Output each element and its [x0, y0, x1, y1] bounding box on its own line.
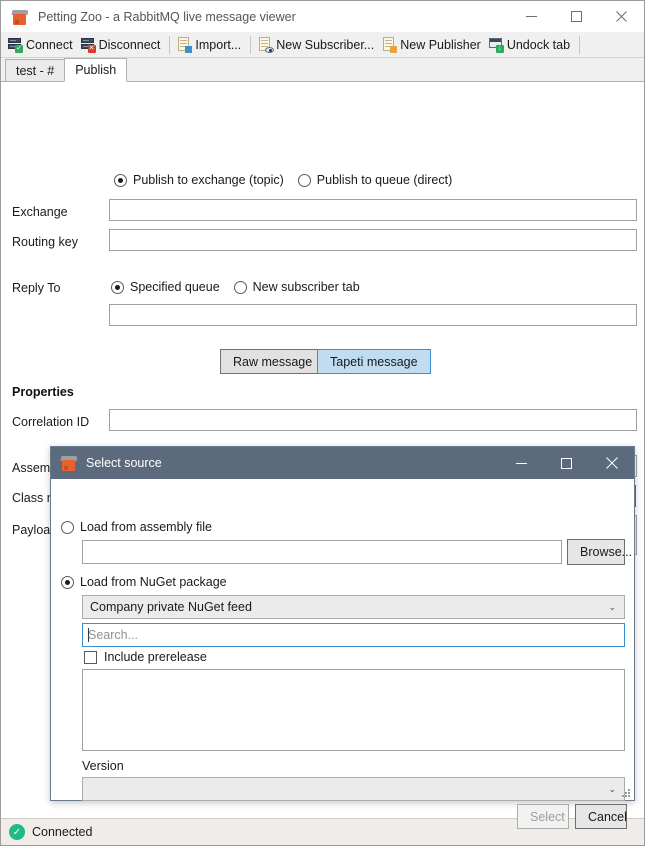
server-connect-icon: ✓	[7, 37, 23, 53]
radio-load-from-nuget-package[interactable]: Load from NuGet package	[61, 575, 227, 589]
radio-new-subscriber-tab[interactable]: New subscriber tab	[233, 280, 360, 294]
assembly-path-input[interactable]	[82, 540, 562, 564]
tab-test-label: test - #	[16, 64, 55, 78]
toolbar-disconnect-button[interactable]: ✕ Disconnect	[78, 34, 166, 56]
checkbox-include-prerelease[interactable]: Include prerelease	[84, 650, 207, 664]
cancel-button[interactable]: Cancel	[575, 804, 627, 829]
dialog-title: Select source	[86, 456, 162, 470]
nuget-search-input[interactable]: Search...	[82, 623, 625, 647]
exchange-label: Exchange	[12, 205, 68, 219]
toolbar-separator	[579, 35, 581, 54]
chevron-down-icon: ⌄	[608, 783, 616, 794]
radio-publish-to-queue-label: Publish to queue (direct)	[316, 173, 453, 187]
check-circle-icon: ✓	[9, 824, 25, 840]
dialog-window-controls	[499, 447, 634, 479]
radio-publish-to-exchange-label: Publish to exchange (topic)	[133, 173, 284, 187]
radio-specified-queue-dot	[111, 280, 124, 294]
resize-grip[interactable]	[620, 787, 631, 798]
import-document-icon	[176, 36, 193, 53]
status-text: Connected	[32, 825, 93, 839]
window-controls	[509, 1, 644, 32]
reply-to-input[interactable]	[109, 304, 637, 326]
toolbar-separator	[250, 35, 252, 54]
radio-publish-to-exchange[interactable]: Publish to exchange (topic)	[114, 173, 284, 187]
server-disconnect-icon: ✕	[80, 37, 96, 53]
radio-specified-queue[interactable]: Specified queue	[111, 280, 220, 294]
nuget-search-placeholder: Search...	[88, 628, 139, 642]
toolbar-connect-button[interactable]: ✓ Connect	[5, 34, 78, 56]
dialog-minimize-button[interactable]	[499, 447, 544, 479]
new-subscriber-icon	[257, 36, 275, 53]
toolbar-import-button[interactable]: Import...	[174, 34, 246, 56]
window-title: Petting Zoo - a RabbitMQ live message vi…	[38, 9, 296, 24]
new-publisher-icon	[381, 36, 398, 53]
radio-load-from-assembly-file[interactable]: Load from assembly file	[61, 520, 212, 534]
checkbox-include-prerelease-box	[84, 650, 97, 664]
undock-tab-icon: ↓	[488, 37, 504, 53]
radio-load-from-nuget-package-label: Load from NuGet package	[80, 575, 227, 589]
properties-title: Properties	[12, 385, 74, 399]
version-label: Version	[82, 759, 124, 773]
select-source-dialog: Select source Load from assembly file Br…	[50, 446, 635, 829]
radio-publish-to-exchange-dot	[114, 173, 127, 187]
radio-load-from-assembly-file-label: Load from assembly file	[80, 520, 213, 534]
version-select[interactable]: ⌄	[82, 777, 625, 801]
tapeti-message-button[interactable]: Tapeti message	[317, 349, 431, 374]
routing-key-input[interactable]	[109, 229, 637, 251]
close-button[interactable]	[599, 1, 644, 32]
radio-load-from-assembly-file-dot	[61, 520, 74, 534]
toolbar-undock-tab-button[interactable]: ↓ Undock tab	[486, 34, 575, 56]
correlation-id-input[interactable]	[109, 409, 637, 431]
app-icon	[11, 9, 29, 25]
tab-test[interactable]: test - #	[5, 59, 66, 81]
toolbar-new-subscriber-button[interactable]: New Subscriber...	[255, 34, 379, 56]
correlation-id-label: Correlation ID	[12, 415, 90, 429]
radio-publish-to-queue-dot	[297, 173, 311, 187]
dialog-app-icon	[60, 455, 78, 471]
reply-to-radio-group: Specified queue New subscriber tab	[111, 280, 360, 294]
toolbar-connect-label: Connect	[26, 37, 73, 52]
select-button[interactable]: Select	[517, 804, 569, 829]
nuget-results-list[interactable]	[82, 669, 625, 751]
checkbox-include-prerelease-label: Include prerelease	[104, 650, 207, 664]
tabstrip: test - # Publish	[1, 58, 644, 82]
radio-new-subscriber-tab-label: New subscriber tab	[252, 280, 360, 294]
routing-key-label: Routing key	[12, 235, 79, 249]
titlebar: Petting Zoo - a RabbitMQ live message vi…	[1, 1, 644, 32]
toolbar-new-subscriber-label: New Subscriber...	[276, 37, 375, 52]
dialog-titlebar: Select source	[51, 447, 634, 479]
tab-publish[interactable]: Publish	[64, 58, 128, 82]
browse-button[interactable]: Browse...	[567, 539, 632, 565]
destination-radio-group: Publish to exchange (topic) Publish to q…	[114, 173, 452, 187]
exchange-input[interactable]	[109, 199, 637, 221]
nuget-feed-value: Company private NuGet feed	[90, 600, 252, 614]
toolbar-separator	[169, 35, 171, 54]
toolbar-undock-tab-label: Undock tab	[506, 37, 571, 52]
dialog-maximize-button[interactable]	[544, 447, 589, 479]
radio-new-subscriber-tab-dot	[233, 280, 247, 294]
nuget-feed-select[interactable]: Company private NuGet feed ⌄	[82, 595, 625, 619]
tab-publish-label: Publish	[75, 63, 117, 77]
radio-specified-queue-label: Specified queue	[130, 280, 220, 294]
reply-to-label: Reply To	[12, 281, 61, 295]
chevron-down-icon: ⌄	[608, 601, 616, 612]
maximize-button[interactable]	[554, 1, 599, 32]
raw-message-button[interactable]: Raw message	[220, 349, 326, 374]
dialog-body: Load from assembly file Browse... Load f…	[51, 479, 634, 829]
toolbar-import-label: Import...	[195, 37, 242, 52]
toolbar-new-publisher-button[interactable]: New Publisher	[379, 34, 486, 56]
toolbar-new-publisher-label: New Publisher	[400, 37, 481, 52]
minimize-button[interactable]	[509, 1, 554, 32]
dialog-close-button[interactable]	[589, 447, 634, 479]
radio-publish-to-queue[interactable]: Publish to queue (direct)	[297, 173, 453, 187]
toolbar: ✓ Connect ✕ Disconnect Import... New Sub…	[1, 32, 644, 58]
radio-load-from-nuget-package-dot	[61, 575, 74, 589]
toolbar-disconnect-label: Disconnect	[98, 37, 161, 52]
